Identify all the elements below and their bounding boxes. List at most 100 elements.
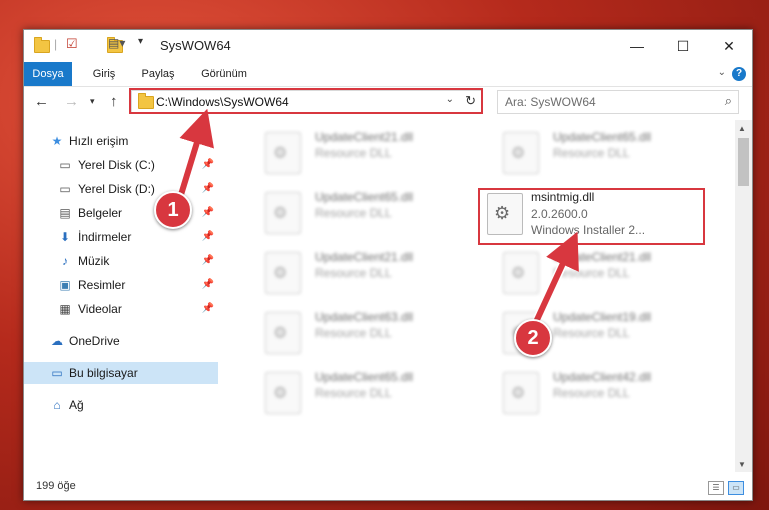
tab-giris[interactable]: Giriş [84,62,124,86]
sidebar-item-disk-d[interactable]: ▭ Yerel Disk (D:) 📌 [24,178,218,200]
list-item[interactable]: UpdateClient63.dll Resource DLL [263,306,483,358]
view-menu-icon[interactable]: ▤▾ [108,36,125,54]
details-view-icon[interactable]: ☰ [708,481,724,495]
dll-file-icon [265,192,301,234]
cloud-icon: ☁ [51,334,63,348]
file-desc: Resource DLL [553,386,630,400]
pictures-icon: ▣ [59,278,71,292]
sidebar-item-pictures[interactable]: ▣ Resimler 📌 [24,274,218,296]
file-desc: Resource DLL [553,266,630,280]
list-item[interactable]: UpdateClient21.dll Resource DLL [501,246,721,298]
separator: | [54,37,58,51]
dll-file-icon [265,372,301,414]
pin-icon[interactable]: 📌 [202,298,214,320]
sidebar-item-label: Videolar [78,302,122,316]
ribbon-tabs: Dosya Giriş Paylaş Görünüm ⌄ ? [24,62,752,87]
sidebar-item-label: Yerel Disk (C:) [78,158,155,172]
drive-icon: ▭ [59,158,71,172]
sidebar-item-music[interactable]: ♪ Müzik 📌 [24,250,218,272]
file-desc: Resource DLL [553,326,630,340]
file-name: UpdateClient65.dll [553,130,652,144]
list-item[interactable]: UpdateClient21.dll Resource DLL [263,246,483,298]
up-arrow-icon[interactable]: ↑ [110,93,118,110]
list-item[interactable]: UpdateClient42.dll Resource DLL [501,366,721,418]
sidebar-item-disk-c[interactable]: ▭ Yerel Disk (C:) 📌 [24,154,218,176]
list-item[interactable]: UpdateClient65.dll Resource DLL [501,126,721,178]
dll-file-icon [265,252,301,294]
document-icon: ▤ [59,206,71,220]
computer-icon: ▭ [51,366,63,380]
file-desc: Resource DLL [315,206,392,220]
list-item[interactable]: UpdateClient21.dll Resource DLL [263,126,483,178]
list-item[interactable]: UpdateClient65.dll Resource DLL [263,366,483,418]
forward-arrow-icon[interactable]: → [64,93,79,110]
file-list: UpdateClient21.dll Resource DLL UpdateCl… [239,120,736,472]
large-icons-view-icon[interactable]: ▭ [728,481,744,495]
search-input[interactable]: Ara: SysWOW64 ⌕ [497,90,739,114]
scroll-down-icon[interactable]: ▼ [738,460,746,469]
dll-file-icon [265,312,301,354]
sidebar-item-label: Bu bilgisayar [69,366,138,380]
folder-icon[interactable] [34,37,50,53]
pin-icon[interactable]: 📌 [202,250,214,272]
tab-dosya[interactable]: Dosya [24,62,72,86]
status-bar: 199 öğe ☰ ▭ [24,474,752,500]
back-arrow-icon[interactable]: ← [34,93,49,110]
pin-icon[interactable]: 📌 [202,178,214,200]
minimize-button[interactable]: — [614,30,660,62]
sidebar-item-label: Belgeler [78,206,123,220]
navigation-bar: ← → ▾ ↑ C:\Windows\SysWOW64 ⌄ ↻ Ara: Sys… [24,87,752,119]
search-icon[interactable]: ⌕ [725,93,732,109]
tab-paylas[interactable]: Paylaş [136,62,180,86]
dll-file-icon [503,372,539,414]
list-item[interactable]: UpdateClient65.dll Resource DLL [263,186,483,238]
music-icon: ♪ [62,254,68,268]
network-icon: ⌂ [53,398,61,412]
sidebar-item-this-pc[interactable]: ▭ Bu bilgisayar [24,362,218,384]
file-name: UpdateClient21.dll [315,250,414,264]
vertical-scrollbar[interactable]: ▲ ▼ [735,120,752,472]
pin-icon[interactable]: 📌 [202,154,214,176]
file-highlight-box [478,188,705,245]
sidebar-item-quick-access[interactable]: ★ Hızlı erişim [24,130,218,152]
sidebar-item-label: OneDrive [69,334,120,348]
step-badge-1: 1 [154,191,192,229]
sidebar-item-label: Yerel Disk (D:) [78,182,155,196]
search-placeholder: Ara: SysWOW64 [505,95,596,109]
pin-icon[interactable]: 📌 [202,202,214,224]
title-bar: | ☑ ▤▾ ▾ SysWOW64 — ☐ ✕ [24,30,752,62]
properties-icon[interactable]: ☑ [66,36,78,54]
help-button[interactable]: ? [732,67,746,81]
file-name: UpdateClient65.dll [315,190,414,204]
file-desc: Resource DLL [553,146,630,160]
recent-locations-icon[interactable]: ▾ [90,96,95,107]
sidebar-item-downloads[interactable]: ⬇ İndirmeler 📌 [24,226,218,248]
sidebar-item-videos[interactable]: ▦ Videolar 📌 [24,298,218,320]
pin-icon[interactable]: 📌 [202,226,214,248]
dll-file-icon [265,132,301,174]
sidebar-item-label: Ağ [69,398,84,412]
chevron-down-icon[interactable]: ⌄ [718,67,726,78]
scroll-thumb[interactable] [738,138,749,186]
address-highlight-box [129,88,483,114]
file-desc: Resource DLL [315,146,392,160]
maximize-button[interactable]: ☐ [660,30,706,62]
customize-toolbar-icon[interactable]: ▾ [138,36,143,54]
item-count: 199 öğe [36,480,76,492]
dll-file-icon [503,132,539,174]
sidebar-item-onedrive[interactable]: ☁ OneDrive [24,330,218,352]
sidebar-item-network[interactable]: ⌂ Ağ [24,394,218,416]
tab-gorunum[interactable]: Görünüm [196,62,252,86]
file-name: UpdateClient19.dll [553,310,652,324]
file-name: UpdateClient21.dll [553,250,652,264]
download-icon: ⬇ [59,230,71,244]
close-button[interactable]: ✕ [706,30,752,62]
drive-icon: ▭ [59,182,71,196]
file-desc: Resource DLL [315,326,392,340]
video-icon: ▦ [59,302,71,316]
sidebar-item-label: İndirmeler [78,230,132,244]
scroll-up-icon[interactable]: ▲ [738,124,746,133]
file-desc: Resource DLL [315,266,392,280]
pin-icon[interactable]: 📌 [202,274,214,296]
file-name: UpdateClient65.dll [315,370,414,384]
